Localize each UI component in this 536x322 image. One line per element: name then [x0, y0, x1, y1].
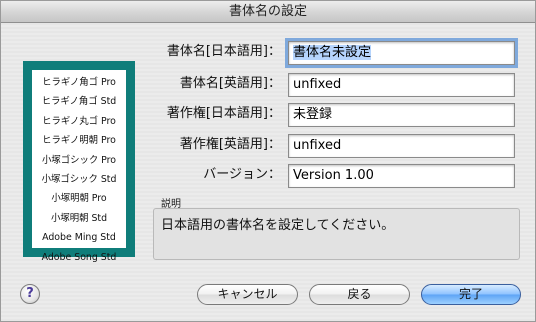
- preview-line: 小塚明朝 Std: [50, 212, 108, 224]
- window-title: 書体名の設定: [1, 1, 535, 23]
- copyright-ja-field[interactable]: 未登録: [288, 103, 515, 127]
- preview-line: Adobe Song Std: [41, 251, 117, 263]
- description-text: 日本語用の書体名を設定してください。: [153, 208, 520, 260]
- help-button[interactable]: ?: [20, 284, 40, 304]
- preview-line: Adobe Ming Std: [42, 232, 116, 244]
- preview-line: ヒラギノ角ゴ Pro: [42, 77, 116, 88]
- font-name-ja-label: 書体名[日本語用]：: [166, 44, 281, 59]
- font-name-ja-field[interactable]: 書体名未設定: [285, 38, 518, 68]
- preview-line: 小塚ゴシック Std: [41, 173, 117, 185]
- font-name-en-field[interactable]: unfixed: [288, 73, 515, 97]
- done-button[interactable]: 完了: [421, 284, 521, 305]
- font-preview-panel: ヒラギノ角ゴ Pro ヒラギノ角ゴ Std ヒラギノ丸ゴ Pro ヒラギノ明朝 …: [23, 61, 135, 263]
- copyright-en-label: 著作権[英語用]：: [179, 137, 281, 152]
- font-name-en-label: 書体名[英語用]：: [179, 76, 281, 91]
- copyright-ja-label: 著作権[日本語用]：: [166, 106, 281, 121]
- preview-line: ヒラギノ明朝 Pro: [42, 135, 116, 147]
- font-name-dialog: 書体名の設定 ヒラギノ角ゴ Pro ヒラギノ角ゴ Std ヒラギノ丸ゴ Pro …: [0, 0, 536, 322]
- preview-line: ヒラギノ丸ゴ Pro: [42, 115, 116, 127]
- font-preview-list: ヒラギノ角ゴ Pro ヒラギノ角ゴ Std ヒラギノ丸ゴ Pro ヒラギノ明朝 …: [32, 70, 126, 263]
- preview-line: 小塚明朝 Pro: [51, 193, 107, 205]
- back-button[interactable]: 戻る: [309, 284, 410, 305]
- copyright-en-field[interactable]: unfixed: [288, 134, 515, 158]
- font-name-ja-value: 書体名未設定: [293, 45, 372, 60]
- preview-line: ヒラギノ角ゴ Std: [41, 96, 117, 108]
- version-field[interactable]: Version 1.00: [288, 164, 515, 188]
- cancel-button[interactable]: キャンセル: [197, 284, 298, 305]
- preview-line: 小塚ゴシック Pro: [41, 154, 117, 166]
- version-label: バージョン：: [203, 167, 281, 182]
